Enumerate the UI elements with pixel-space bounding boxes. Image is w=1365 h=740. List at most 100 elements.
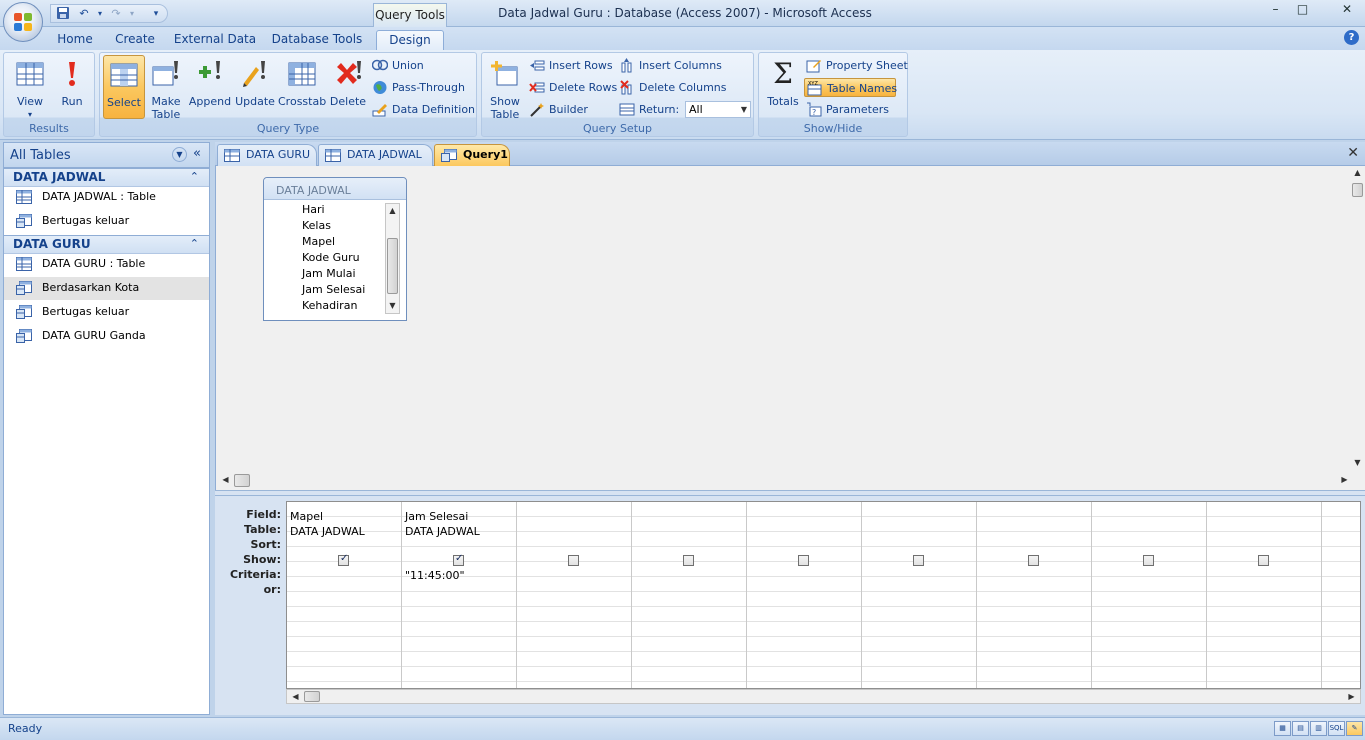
scroll-down-icon[interactable]: ▼ (1351, 456, 1364, 470)
collapse-pane-icon[interactable]: « (193, 146, 201, 161)
grid-column-1[interactable]: Mapel DATA JADWAL (287, 502, 402, 688)
pivottable-view-icon[interactable]: ▤ (1292, 721, 1309, 736)
crosstab-button[interactable]: Crosstab (278, 55, 326, 119)
save-icon[interactable] (54, 6, 72, 22)
grid-column-2[interactable]: Jam Selesai DATA JADWAL "11:45:00" (402, 502, 517, 688)
builder-button[interactable]: Builder (529, 100, 617, 119)
grid-column-10[interactable] (1322, 502, 1360, 688)
table-cell[interactable]: DATA JADWAL (290, 525, 365, 538)
field-item[interactable]: Mapel (302, 235, 335, 248)
pivotchart-view-icon[interactable]: ▥ (1310, 721, 1327, 736)
scroll-left-icon[interactable]: ◀ (219, 473, 232, 487)
grid-horizontal-scrollbar[interactable]: ◀ ▶ (286, 689, 1361, 704)
delete-columns-button[interactable]: Delete Columns (619, 78, 749, 97)
show-checkbox[interactable] (913, 555, 924, 566)
collapse-group-icon[interactable]: ⌃ (190, 170, 199, 183)
doc-tab-query1[interactable]: Query1 (434, 144, 510, 166)
field-item[interactable]: Kode Guru (302, 251, 360, 264)
grid-column-5[interactable] (747, 502, 862, 688)
parameters-button[interactable]: ? Parameters (806, 100, 906, 119)
scroll-down-icon[interactable]: ▼ (386, 299, 399, 313)
show-table-button[interactable]: Show Table (485, 55, 525, 121)
delete-query-button[interactable]: Delete (328, 55, 368, 119)
tab-database-tools[interactable]: Database Tools (268, 30, 366, 50)
field-list-scrollbar[interactable]: ▲ ▼ (385, 203, 400, 314)
show-checkbox[interactable] (568, 555, 579, 566)
data-definition-button[interactable]: Data Definition (372, 100, 476, 119)
pass-through-button[interactable]: Pass-Through (372, 78, 472, 97)
scroll-up-icon[interactable]: ▲ (386, 204, 399, 218)
insert-rows-button[interactable]: Insert Rows (529, 56, 617, 75)
nav-item-query-bertugas-keluar-2[interactable]: Bertugas keluar (4, 301, 209, 324)
scroll-left-icon[interactable]: ◀ (289, 690, 302, 704)
scroll-up-icon[interactable]: ▲ (1351, 166, 1364, 180)
tab-design[interactable]: Design (376, 30, 444, 50)
design-view-icon[interactable]: ✎ (1346, 721, 1363, 736)
show-checkbox[interactable] (683, 555, 694, 566)
update-button[interactable]: Update (233, 55, 277, 119)
tab-home[interactable]: Home (50, 30, 100, 50)
show-checkbox[interactable] (1028, 555, 1039, 566)
datasheet-view-icon[interactable]: ▦ (1274, 721, 1291, 736)
show-checkbox[interactable] (338, 553, 349, 566)
field-list-title[interactable]: DATA JADWAL (264, 178, 406, 200)
collapse-group-icon[interactable]: ⌃ (190, 237, 199, 250)
close-document-icon[interactable]: ✕ (1347, 145, 1359, 161)
nav-item-query-data-guru-ganda[interactable]: DATA GURU Ganda (4, 325, 209, 348)
nav-item-query-berdasarkan-kota[interactable]: Berdasarkan Kota (4, 277, 209, 300)
scroll-right-icon[interactable]: ▶ (1338, 473, 1351, 487)
sql-view-icon[interactable]: SQL (1328, 721, 1345, 736)
scroll-thumb[interactable] (234, 474, 250, 487)
insert-columns-button[interactable]: Insert Columns (619, 56, 749, 75)
scroll-right-icon[interactable]: ▶ (1345, 690, 1358, 704)
doc-tab-data-jadwal[interactable]: DATA JADWAL (318, 144, 433, 166)
nav-group-data-guru[interactable]: DATA GURU ⌃ (4, 235, 209, 254)
qbe-grid[interactable]: Mapel DATA JADWAL Jam Selesai DATA JADWA… (286, 501, 1361, 689)
view-button[interactable]: View ▾ (8, 55, 52, 119)
nav-menu-dropdown-icon[interactable]: ▼ (172, 147, 187, 162)
grid-column-7[interactable] (977, 502, 1092, 688)
totals-button[interactable]: Σ Totals (763, 55, 803, 119)
grid-column-4[interactable] (632, 502, 747, 688)
doc-tab-data-guru[interactable]: DATA GURU (217, 144, 317, 166)
run-button[interactable]: Run (54, 55, 90, 119)
close-window-button[interactable]: ✕ (1332, 1, 1362, 19)
make-table-button[interactable]: Make Table (146, 55, 186, 121)
grid-column-8[interactable] (1092, 502, 1207, 688)
field-cell[interactable]: Mapel (290, 510, 323, 523)
design-horizontal-scrollbar[interactable]: ◀ ▶ (216, 473, 1365, 488)
field-cell[interactable]: Jam Selesai (405, 510, 468, 523)
union-button[interactable]: Union (372, 56, 472, 75)
nav-header[interactable]: All Tables ▼ « (4, 143, 209, 168)
nav-item-data-guru-table[interactable]: DATA GURU : Table (4, 253, 209, 276)
show-checkbox[interactable] (453, 553, 464, 566)
delete-rows-button[interactable]: Delete Rows (529, 78, 617, 97)
field-item[interactable]: Jam Mulai (302, 267, 356, 280)
nav-item-query-bertugas-keluar[interactable]: Bertugas keluar (4, 210, 209, 233)
field-item[interactable]: Kehadiran (302, 299, 357, 312)
show-checkbox[interactable] (1143, 555, 1154, 566)
property-sheet-button[interactable]: Property Sheet (806, 56, 908, 75)
nav-group-data-jadwal[interactable]: DATA JADWAL ⌃ (4, 168, 209, 187)
append-button[interactable]: Append (188, 55, 232, 119)
nav-item-data-jadwal-table[interactable]: DATA JADWAL : Table (4, 186, 209, 209)
tab-external-data[interactable]: External Data (170, 30, 260, 50)
grid-column-6[interactable] (862, 502, 977, 688)
scroll-thumb[interactable] (304, 691, 320, 702)
help-icon[interactable]: ? (1344, 30, 1359, 45)
grid-column-3[interactable] (517, 502, 632, 688)
show-checkbox[interactable] (798, 555, 809, 566)
table-cell[interactable]: DATA JADWAL (405, 525, 480, 538)
grid-column-9[interactable] (1207, 502, 1322, 688)
field-item[interactable]: Hari (302, 203, 325, 216)
scroll-thumb[interactable] (1352, 183, 1363, 197)
scroll-thumb[interactable] (387, 238, 398, 294)
maximize-button[interactable]: □ (1289, 1, 1316, 19)
redo-dropdown-icon[interactable]: ▾ (123, 6, 141, 22)
customize-toolbar-icon[interactable]: ▾ (147, 6, 165, 22)
field-item[interactable]: Kelas (302, 219, 331, 232)
tab-create[interactable]: Create (108, 30, 162, 50)
field-item[interactable]: Jam Selesai (302, 283, 365, 296)
field-list-data-jadwal[interactable]: DATA JADWAL Hari Kelas Mapel Kode Guru J… (263, 177, 407, 321)
show-checkbox[interactable] (1258, 555, 1269, 566)
